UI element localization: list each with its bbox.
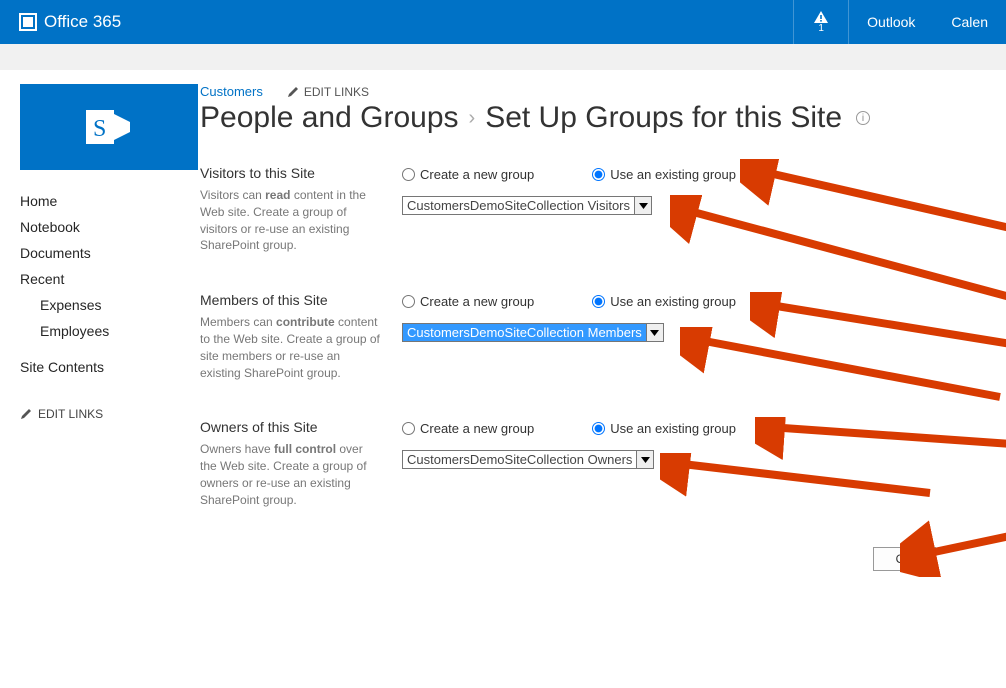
chevron-down-icon bbox=[636, 451, 653, 468]
title-separator-icon: › bbox=[469, 107, 476, 130]
members-dropdown-value: CustomersDemoSiteCollection Members bbox=[403, 324, 646, 341]
visitors-heading: Visitors to this Site bbox=[200, 165, 382, 181]
owners-radio-existing[interactable]: Use an existing group bbox=[592, 421, 736, 436]
breadcrumb: Customers EDIT LINKS bbox=[200, 84, 1006, 99]
pencil-icon bbox=[20, 408, 32, 420]
topnav-calendar[interactable]: Calen bbox=[933, 0, 1006, 44]
section-members: Members of this Site Members can contrib… bbox=[200, 292, 1006, 381]
ribbon-placeholder bbox=[0, 44, 1006, 70]
breadcrumb-edit-links[interactable]: EDIT LINKS bbox=[287, 85, 369, 99]
sidenav-documents[interactable]: Documents bbox=[20, 240, 200, 266]
owners-group-dropdown[interactable]: CustomersDemoSiteCollection Owners bbox=[402, 450, 654, 469]
page-title-part1: People and Groups bbox=[200, 101, 459, 135]
svg-text:S: S bbox=[93, 116, 106, 142]
top-bar: Office 365 1 Outlook Calen bbox=[0, 0, 1006, 44]
chevron-down-icon bbox=[646, 324, 663, 341]
members-radio-new[interactable]: Create a new group bbox=[402, 294, 534, 309]
members-radio-existing[interactable]: Use an existing group bbox=[592, 294, 736, 309]
section-owners: Owners of this Site Owners have full con… bbox=[200, 419, 1006, 508]
notification-count: 1 bbox=[818, 23, 824, 34]
side-nav: Home Notebook Documents Recent Expenses … bbox=[20, 188, 200, 426]
chevron-down-icon bbox=[634, 197, 651, 214]
pencil-icon bbox=[287, 86, 299, 98]
owners-radio-new[interactable]: Create a new group bbox=[402, 421, 534, 436]
sidenav-recent[interactable]: Recent bbox=[20, 266, 200, 292]
owners-dropdown-value: CustomersDemoSiteCollection Owners bbox=[403, 451, 636, 468]
ok-button[interactable]: OK bbox=[873, 547, 936, 571]
brand[interactable]: Office 365 bbox=[0, 12, 121, 32]
visitors-radio-existing[interactable]: Use an existing group bbox=[592, 167, 736, 182]
members-heading: Members of this Site bbox=[200, 292, 382, 308]
owners-heading: Owners of this Site bbox=[200, 419, 382, 435]
sidenav-notebook[interactable]: Notebook bbox=[20, 214, 200, 240]
notification-indicator[interactable]: 1 bbox=[793, 0, 849, 44]
sidenav-home[interactable]: Home bbox=[20, 188, 200, 214]
members-group-dropdown[interactable]: CustomersDemoSiteCollection Members bbox=[402, 323, 664, 342]
sidenav-edit-links[interactable]: EDIT LINKS bbox=[20, 402, 200, 426]
info-icon[interactable]: i bbox=[856, 111, 870, 125]
sidenav-expenses[interactable]: Expenses bbox=[20, 292, 200, 318]
alert-icon bbox=[814, 11, 828, 23]
breadcrumb-site-link[interactable]: Customers bbox=[200, 84, 263, 99]
sidenav-edit-links-label: EDIT LINKS bbox=[38, 407, 103, 421]
owners-desc: Owners have full control over the Web si… bbox=[200, 441, 382, 508]
office-icon bbox=[18, 12, 38, 32]
visitors-desc: Visitors can read content in the Web sit… bbox=[200, 187, 382, 254]
topnav-outlook[interactable]: Outlook bbox=[849, 0, 933, 44]
breadcrumb-edit-links-label: EDIT LINKS bbox=[304, 85, 369, 99]
sharepoint-icon: S bbox=[82, 100, 136, 154]
visitors-group-dropdown[interactable]: CustomersDemoSiteCollection Visitors bbox=[402, 196, 652, 215]
site-logo[interactable]: S bbox=[20, 84, 198, 170]
brand-label: Office 365 bbox=[44, 12, 121, 32]
members-desc: Members can contribute content to the We… bbox=[200, 314, 382, 381]
visitors-radio-new[interactable]: Create a new group bbox=[402, 167, 534, 182]
sidenav-site-contents[interactable]: Site Contents bbox=[20, 354, 200, 380]
sidenav-employees[interactable]: Employees bbox=[20, 318, 200, 344]
section-visitors: Visitors to this Site Visitors can read … bbox=[200, 165, 1006, 254]
page-title-part2: Set Up Groups for this Site bbox=[485, 101, 842, 135]
page-title: People and Groups › Set Up Groups for th… bbox=[200, 101, 1006, 135]
visitors-dropdown-value: CustomersDemoSiteCollection Visitors bbox=[403, 197, 634, 214]
topbar-right: 1 Outlook Calen bbox=[793, 0, 1006, 44]
